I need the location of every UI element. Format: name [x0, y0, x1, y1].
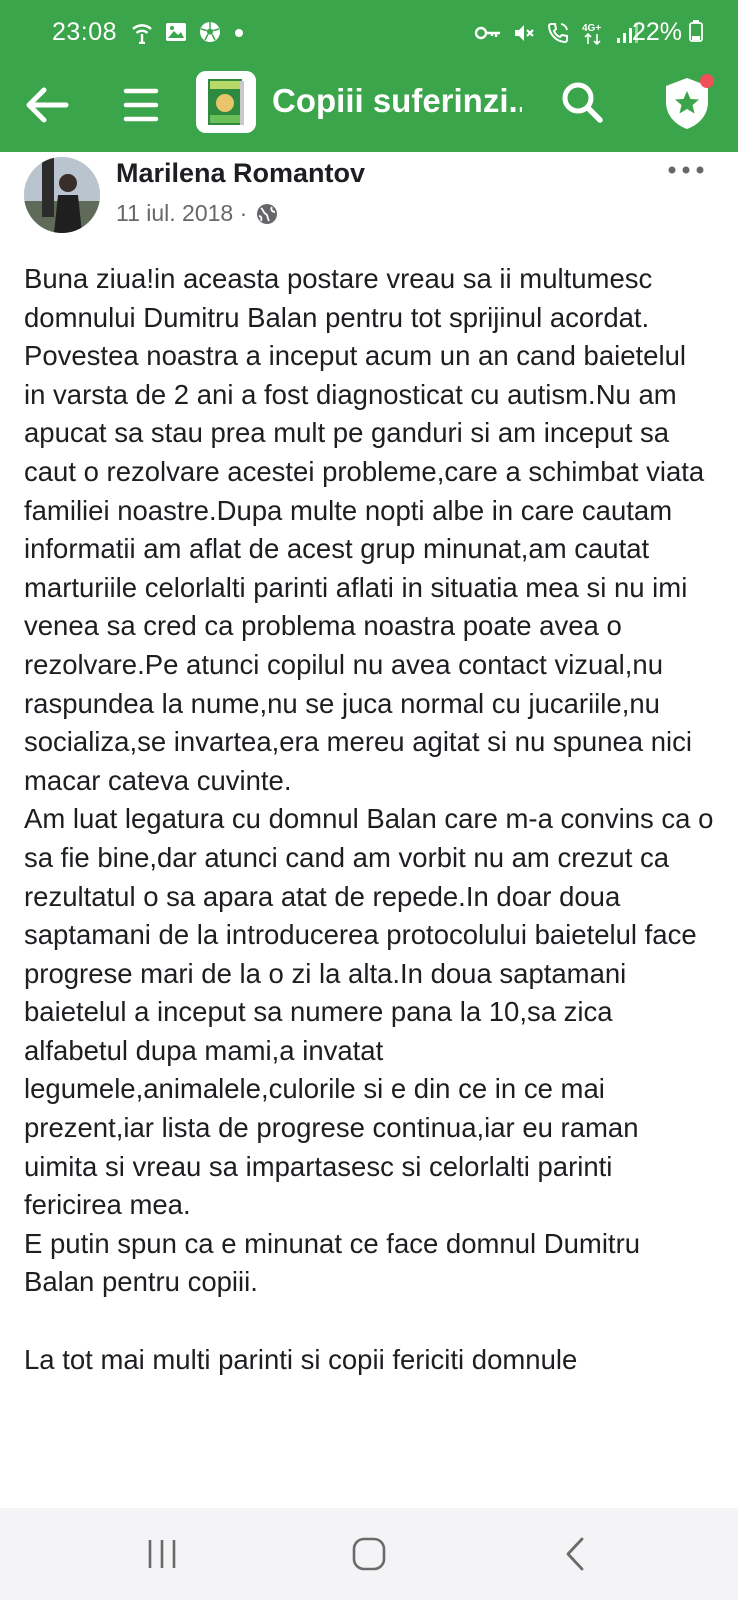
app-header: 23:08 4G+ 22% Copiii suferinzi...: [0, 0, 738, 152]
post-paragraph: E putin spun ca e minunat ce face domnul…: [24, 1227, 641, 1298]
status-time: 23:08: [52, 18, 118, 46]
avatar-photo: [24, 157, 100, 233]
mute-icon: [515, 25, 534, 41]
battery-percentage: 22%: [632, 18, 703, 47]
post-date[interactable]: 11 iul. 2018 ·: [116, 200, 247, 227]
group-cover-thumbnail[interactable]: [196, 71, 256, 133]
svg-text:4G+: 4G+: [582, 23, 601, 34]
post-paragraph: Am luat legatura cu domnul Balan care m-…: [24, 803, 714, 1221]
4g-icon: 4G+: [582, 23, 601, 46]
soccer-ball-icon: [200, 22, 220, 42]
group-title[interactable]: Copiii suferinzi...: [272, 82, 522, 120]
notification-dot: [700, 74, 714, 88]
wifi-hotspot-icon: [132, 24, 152, 44]
back-arrow-icon[interactable]: [22, 80, 72, 130]
system-navigation-bar: [0, 1508, 738, 1600]
menu-icon[interactable]: [118, 82, 164, 128]
battery-icon: [689, 20, 703, 42]
post-paragraph: Buna ziua!in aceasta postare vreau sa ii…: [24, 263, 653, 333]
wifi-call-icon: [547, 23, 568, 44]
post-meta: 11 iul. 2018 ·: [116, 200, 279, 227]
status-right-icons: 4G+: [474, 20, 638, 46]
dot-icon: [235, 29, 243, 37]
search-icon[interactable]: [556, 76, 608, 128]
more-options-icon[interactable]: [666, 162, 706, 182]
home-icon[interactable]: [347, 1534, 391, 1574]
globe-icon: [257, 203, 278, 224]
post-paragraph: La tot mai multi parinti si copii ferici…: [24, 1343, 578, 1375]
app-bar: Copiii suferinzi...: [0, 66, 738, 152]
back-nav-icon[interactable]: [554, 1534, 598, 1574]
post-paragraph: Povestea noastra a inceput acum un an ca…: [24, 340, 705, 796]
author-avatar[interactable]: [24, 157, 100, 233]
key-icon: [474, 26, 500, 40]
status-left-icons: [130, 20, 246, 44]
recent-apps-icon[interactable]: [140, 1534, 184, 1574]
book-cover-icon: [196, 71, 256, 133]
battery-text: 22%: [632, 18, 683, 46]
author-name[interactable]: Marilena Romantov: [116, 158, 365, 189]
image-icon: [166, 23, 186, 41]
status-bar: 23:08 4G+ 22%: [0, 0, 738, 66]
post-text: Buna ziua!in aceasta postare vreau sa ii…: [24, 260, 714, 1379]
